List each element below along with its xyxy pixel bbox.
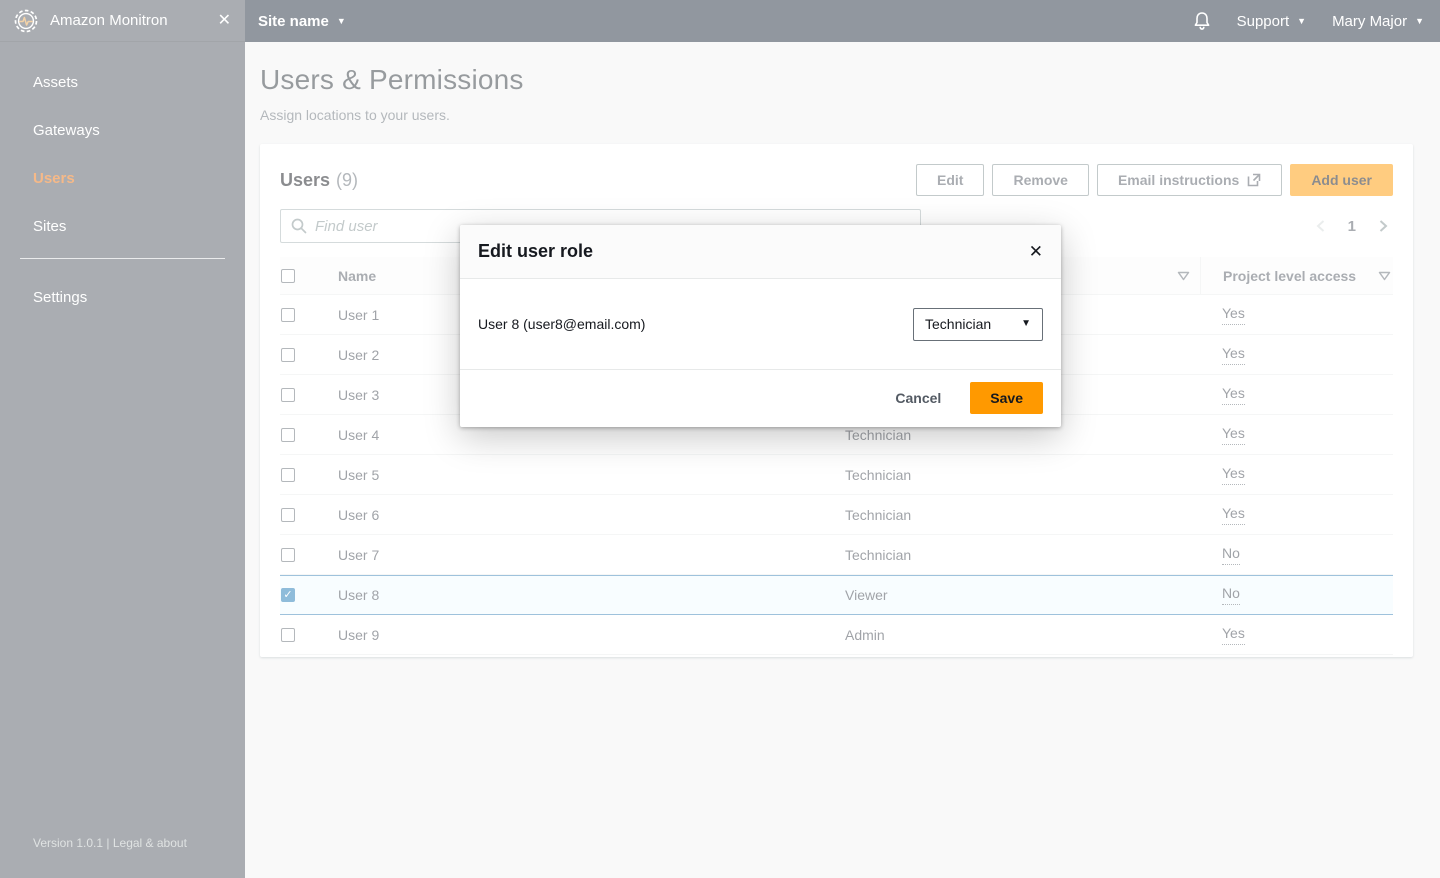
modal-user-label: User 8 (user8@email.com) [478,316,645,332]
save-button[interactable]: Save [970,382,1043,414]
modal-footer: Cancel Save [460,369,1061,427]
modal-body: User 8 (user8@email.com) Technician ▼ [460,279,1061,369]
edit-user-role-modal: Edit user role ✕ User 8 (user8@email.com… [460,225,1061,427]
modal-header: Edit user role ✕ [460,225,1061,279]
modal-overlay [0,0,1440,878]
caret-down-icon: ▼ [1021,319,1031,329]
close-icon[interactable]: ✕ [1029,243,1043,260]
role-select[interactable]: Technician ▼ [913,308,1043,341]
cancel-button[interactable]: Cancel [895,390,941,406]
role-select-value: Technician [925,316,991,332]
modal-title: Edit user role [478,241,593,262]
